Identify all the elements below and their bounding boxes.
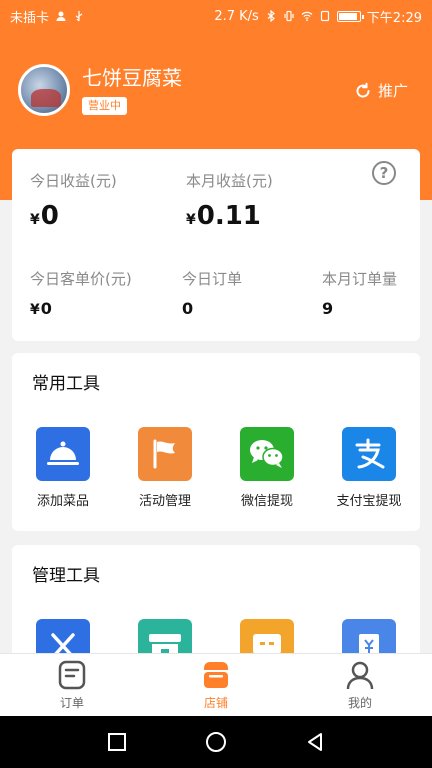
today-orders-label: 今日订单 [182,270,243,288]
month-orders-value: 9 [322,299,334,318]
system-nav-bar [0,716,432,768]
tool-activity-manage[interactable]: 活动管理 [120,427,210,509]
avg-order-price-label: 今日客单价(元) [30,270,132,288]
promote-button[interactable]: 推广 [354,80,408,101]
month-earnings-label: 本月收益(元) [186,172,273,190]
month-orders-label: 本月订单量 [322,270,398,288]
tool-label: 微信提现 [240,494,293,509]
tool-label: 支付宝提现 [336,494,402,509]
nav-item-profile[interactable]: 我的 [288,654,432,716]
nav-label: 店铺 [203,696,228,710]
tool-add-dish[interactable]: 添加菜品 [18,427,108,509]
vibrate-icon [284,10,294,22]
profile-icon [346,661,374,690]
back-button[interactable] [305,732,325,752]
nav-label: 订单 [59,696,84,710]
orders-icon [58,660,86,690]
home-button[interactable] [205,731,227,753]
common-tools-title: 常用工具 [32,374,100,394]
help-icon[interactable]: ? [372,161,396,185]
refresh-icon [356,82,370,98]
today-earnings-label: 今日收益(元) [30,172,117,190]
earnings-card: ? 今日收益(元) ¥0 本月收益(元) ¥0.11 今日客单价(元) ¥0 今… [12,149,420,341]
recent-apps-button[interactable] [107,732,127,752]
nav-label: 我的 [347,696,372,710]
status-badge: 营业中 [82,97,127,115]
food-cover-icon [36,427,90,481]
tool-label: 添加菜品 [36,494,89,509]
bottom-nav: 订单 店铺 我的 [0,653,432,716]
today-orders-value: 0 [182,299,194,318]
tool-wechat-withdraw[interactable]: 微信提现 [222,427,312,509]
tool-alipay-withdraw[interactable]: 支付宝提现 [324,427,414,509]
today-earnings-value: ¥0 [30,201,59,231]
shop-name: 七饼豆腐菜 [82,66,182,90]
avg-order-price-value: ¥0 [30,299,52,318]
status-bar: 未插卡 2.7 K/s 下午2:29 [0,0,432,32]
user-icon [56,11,66,21]
battery-icon [336,10,364,22]
promote-label: 推广 [377,82,408,100]
bluetooth-icon [267,10,275,22]
carrier-text: 未插卡 [10,10,50,26]
avatar[interactable] [18,64,70,116]
shop-icon [204,662,228,688]
nav-item-shop[interactable]: 店铺 [144,654,288,716]
network-speed: 2.7 K/s [214,8,259,24]
clock: 下午2:29 [366,10,422,26]
tool-label: 活动管理 [138,494,191,509]
sim-icon [320,10,329,22]
manage-tools-title: 管理工具 [32,566,100,586]
usb-icon [75,11,83,22]
wechat-icon [240,427,294,481]
wifi-icon [301,11,313,22]
month-earnings-value: ¥0.11 [186,201,261,231]
alipay-icon [342,427,396,481]
flag-icon [138,427,192,481]
shop-profile[interactable]: 七饼豆腐菜 营业中 [18,64,182,116]
common-tools-card: 常用工具 添加菜品 活动管理 微信提现 支付宝提现 [12,353,420,531]
nav-item-orders[interactable]: 订单 [0,654,144,716]
